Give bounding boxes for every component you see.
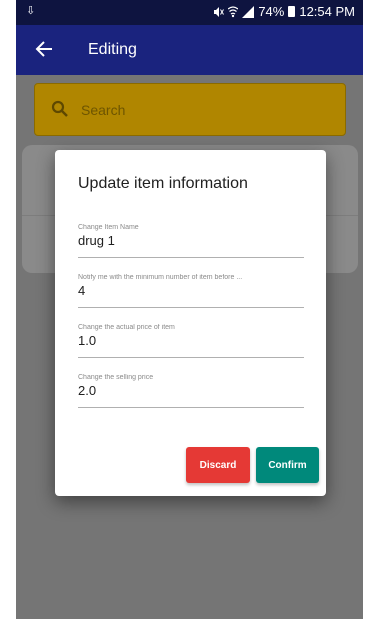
discard-button[interactable]: Discard [186,447,250,483]
selling-price-field[interactable]: Change the selling price 2.0 [78,374,304,408]
field-label: Change Item Name [78,224,139,231]
field-label: Notify me with the minimum number of ite… [78,274,243,281]
wifi-icon [228,5,239,17]
field-underline [78,357,304,358]
page-title: Editing [88,41,137,58]
status-bar: ⇩ 74% 12:54 PM [16,0,363,25]
confirm-button[interactable]: Confirm [256,447,319,483]
download-icon: ⇩ [26,5,36,17]
field-underline [78,257,304,258]
battery-percent: 74% [258,4,285,19]
dialog-title: Update item information [78,175,248,192]
field-label: Change the selling price [78,374,154,381]
field-underline [78,407,304,408]
search-input[interactable]: Search [81,102,125,118]
status-time: 12:54 PM [299,4,355,19]
app-bar: Editing [16,25,363,75]
battery-icon [288,6,296,17]
update-item-dialog: Update item information Change Item Name… [55,150,326,496]
item-name-field[interactable]: Change Item Name drug 1 [78,224,304,258]
phone-screen: ⇩ 74% 12:54 PM Editing Search Update ite… [16,0,363,619]
actual-price-input[interactable]: 1.0 [78,333,304,348]
search-bar[interactable]: Search [34,83,346,136]
search-icon [51,100,69,118]
signal-icon [242,5,255,18]
field-label: Change the actual price of item [78,324,175,331]
mute-icon [214,6,225,17]
status-indicators: 74% 12:54 PM [212,4,355,19]
actual-price-field[interactable]: Change the actual price of item 1.0 [78,324,304,358]
selling-price-input[interactable]: 2.0 [78,383,304,398]
minimum-number-input[interactable]: 4 [78,283,304,298]
back-arrow-icon[interactable] [34,37,54,61]
field-underline [78,307,304,308]
minimum-number-field[interactable]: Notify me with the minimum number of ite… [78,274,304,308]
item-name-input[interactable]: drug 1 [78,233,304,248]
